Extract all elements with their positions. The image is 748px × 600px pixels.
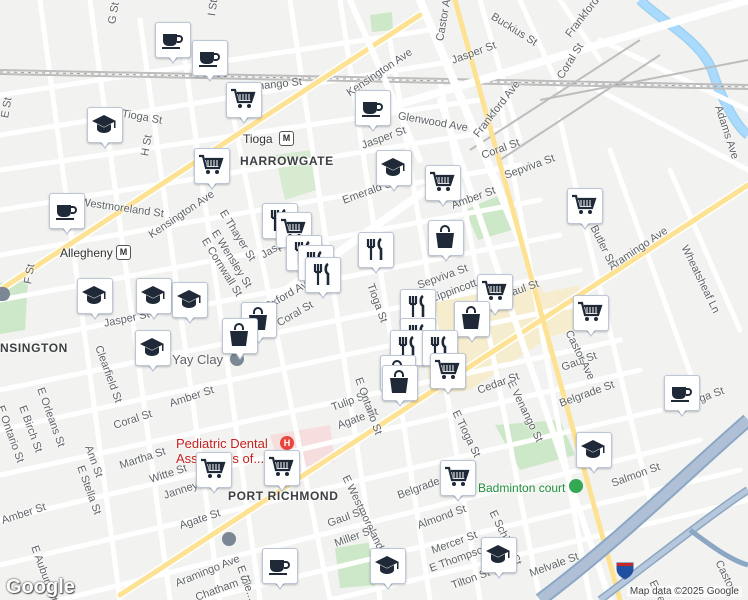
school-pin-icon[interactable] (87, 107, 123, 151)
cafe-pin-icon[interactable] (355, 90, 391, 134)
school-pin-icon[interactable] (370, 548, 406, 592)
grocery-pin-icon[interactable] (430, 353, 466, 397)
shopping-pin-icon[interactable] (428, 220, 464, 264)
poi-label-hospital[interactable]: Pediatric Dental (176, 436, 268, 451)
restaurant-pin-icon[interactable] (305, 257, 341, 301)
shopping-pin-icon[interactable] (454, 301, 490, 345)
grocery-pin-icon[interactable] (573, 295, 609, 339)
restaurant-pin-icon[interactable] (358, 232, 394, 276)
school-pin-icon[interactable] (481, 537, 517, 581)
grocery-pin-icon[interactable] (567, 188, 603, 232)
cafe-pin-icon[interactable] (664, 375, 700, 419)
cafe-pin-icon[interactable] (49, 193, 85, 237)
street-label: I St (206, 0, 221, 17)
poi-label-shop[interactable]: Yay Clay (172, 352, 223, 367)
station-label: Tioga (243, 132, 273, 146)
neighborhood-label: HARROWGATE (240, 154, 334, 168)
grocery-pin-icon[interactable] (226, 82, 262, 126)
school-pin-icon[interactable] (576, 432, 612, 476)
map-attribution[interactable]: Map data ©2025 Google (626, 586, 742, 597)
park-icon[interactable] (569, 479, 583, 493)
hospital-icon[interactable]: H (280, 436, 294, 450)
grocery-pin-icon[interactable] (440, 460, 476, 504)
shopping-pin-icon[interactable] (382, 365, 418, 409)
poi-label-park[interactable]: Badminton court (478, 481, 565, 495)
google-logo: Google (6, 576, 75, 598)
school-pin-icon[interactable] (77, 278, 113, 322)
metro-icon[interactable]: M (116, 245, 131, 260)
school-pin-icon[interactable] (135, 330, 171, 374)
grocery-pin-icon[interactable] (194, 148, 230, 192)
school-pin-icon[interactable] (376, 150, 412, 194)
school-pin-icon[interactable] (172, 282, 208, 326)
place-icon[interactable] (222, 532, 236, 546)
neighborhood-label: NSINGTON (0, 341, 68, 355)
cafe-pin-icon[interactable] (262, 548, 298, 592)
grocery-pin-icon[interactable] (196, 452, 232, 496)
school-pin-icon[interactable] (136, 278, 172, 322)
station-label: Allegheny (60, 246, 113, 260)
cafe-pin-icon[interactable] (155, 22, 191, 66)
metro-icon[interactable]: M (279, 131, 294, 146)
map-canvas[interactable]: HARROWGATE PORT RICHMOND NSINGTON Tioga … (0, 0, 748, 600)
grocery-pin-icon[interactable] (425, 165, 461, 209)
shopping-pin-icon[interactable] (222, 318, 258, 362)
cafe-pin-icon[interactable] (192, 40, 228, 84)
grocery-pin-icon[interactable] (264, 450, 300, 494)
